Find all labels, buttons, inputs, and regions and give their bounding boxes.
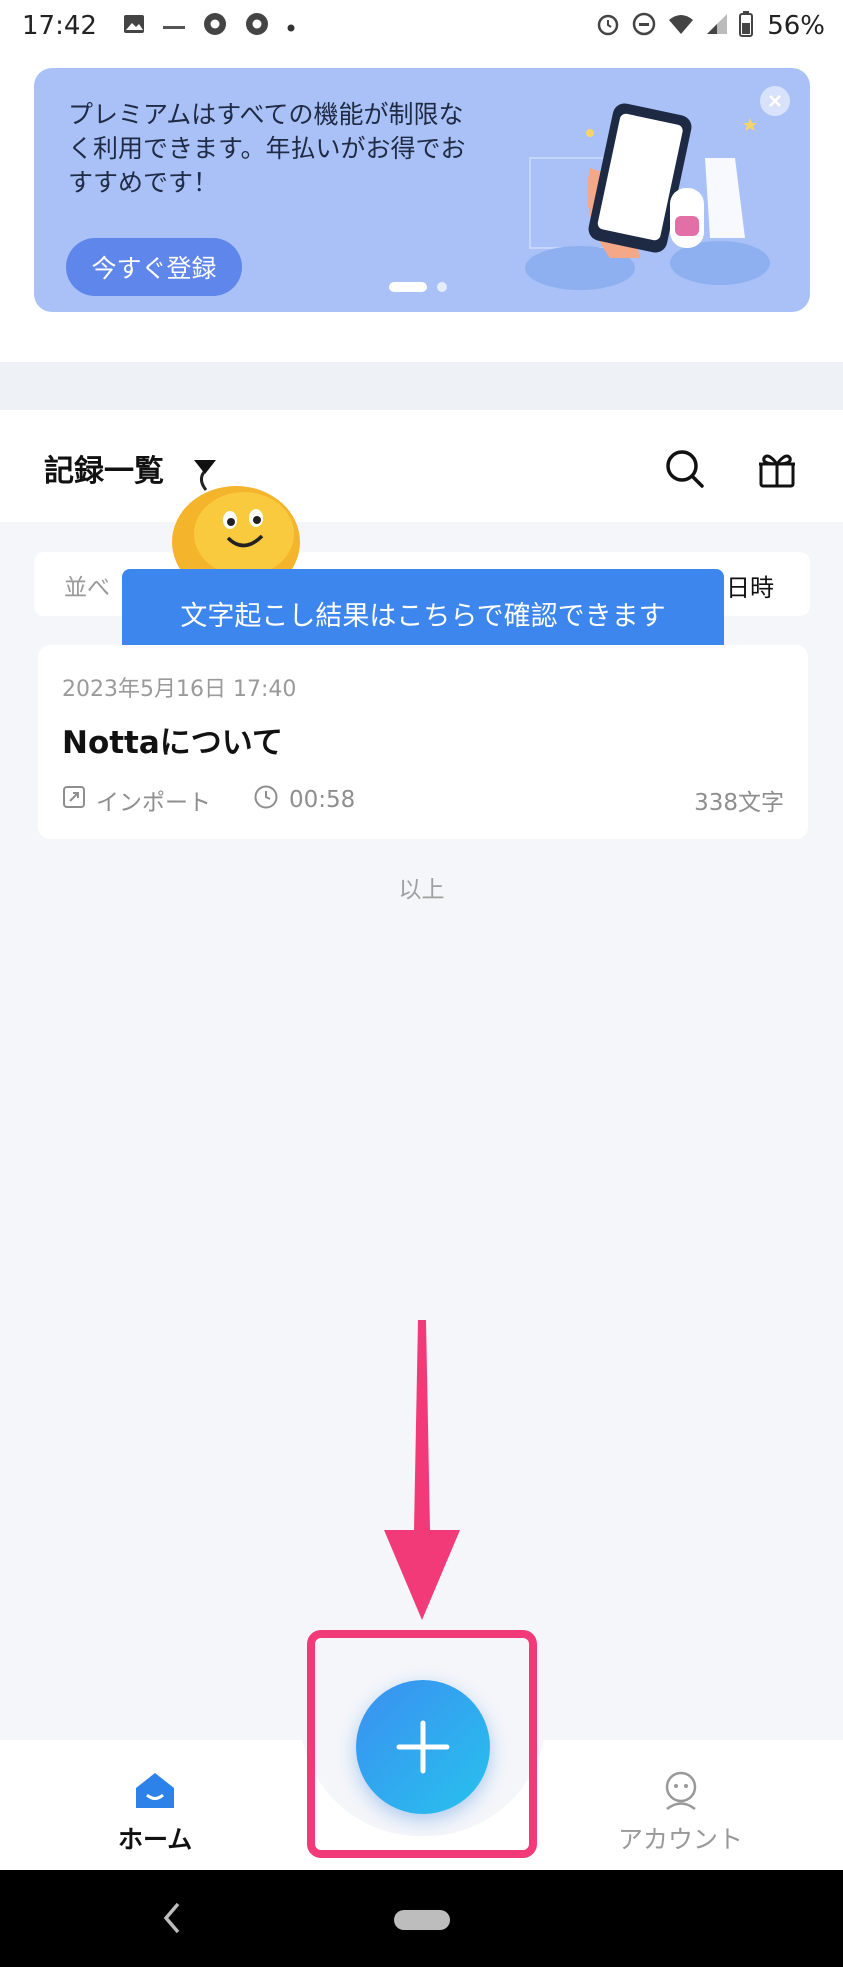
record-datetime: 2023年5月16日 17:40 [62, 677, 297, 702]
record-card[interactable]: 2023年5月16日 17:40 Nottaについて インポート 00:58 3… [38, 645, 808, 839]
gallery-icon [123, 14, 145, 38]
dnd-icon [631, 11, 657, 41]
nav-account[interactable]: アカウント [618, 1770, 743, 1856]
banner-text: プレミアムはすべての機能が制限なく利用できます。年払いがお得でおすすめです！ [68, 100, 466, 197]
section-divider [0, 362, 843, 410]
alarm-icon [595, 11, 621, 41]
record-meta: インポート 00:58 [62, 783, 397, 817]
carousel-dot-active [389, 282, 427, 292]
carousel-dot [437, 282, 447, 292]
phone-illustration-icon [525, 103, 770, 290]
list-end-text: 以上 [398, 877, 445, 903]
status-bar: 17:42 56% [0, 0, 843, 52]
onboarding-tooltip[interactable]: 文字起こし結果はこちらで確認できます [122, 569, 724, 657]
carousel-dots [389, 282, 447, 292]
back-icon[interactable] [160, 1898, 184, 1942]
nav-account-label: アカウント [618, 1825, 744, 1854]
status-time: 17:42 [22, 11, 97, 41]
sort-by-date[interactable]: 日時 [726, 568, 774, 603]
sort-label: 並べ [64, 575, 110, 601]
battery-icon [739, 11, 754, 41]
record-char-count: 338文字 [694, 790, 784, 816]
home-icon [132, 1770, 178, 1814]
add-record-button[interactable] [356, 1680, 490, 1814]
premium-banner[interactable]: プレミアムはすべての機能が制限なく利用できます。年払いがお得でおすすめです！ 今… [34, 68, 810, 312]
battery-percent: 56% [767, 11, 825, 41]
list-header: 記録一覧 [0, 410, 843, 522]
chrome-icon-2 [245, 12, 269, 40]
notification-dot-icon [287, 17, 295, 36]
record-duration: 00:58 [289, 787, 356, 813]
system-nav-bar [0, 1870, 843, 1967]
record-source: インポート [96, 790, 211, 816]
chrome-icon [203, 12, 227, 40]
records-title[interactable]: 記録一覧 [44, 446, 164, 490]
dash-icon [162, 17, 185, 36]
wifi-icon [667, 12, 695, 40]
clock-icon [253, 784, 279, 816]
home-pill-icon[interactable] [394, 1910, 450, 1930]
plus-icon [396, 1720, 450, 1774]
status-right: 56% [595, 11, 825, 41]
nav-home-label: ホーム [118, 1825, 193, 1854]
gift-icon[interactable] [756, 448, 798, 494]
account-icon [658, 1770, 704, 1814]
register-now-button[interactable]: 今すぐ登録 [66, 238, 242, 296]
signal-icon [705, 12, 729, 40]
arrow-down-icon [384, 1320, 460, 1620]
record-title: Nottaについて [62, 725, 283, 761]
import-icon [62, 785, 86, 815]
search-icon[interactable] [664, 448, 706, 494]
nav-home[interactable]: ホーム [118, 1770, 192, 1856]
banner-area: プレミアムはすべての機能が制限なく利用できます。年払いがお得でおすすめです！ 今… [0, 52, 843, 362]
